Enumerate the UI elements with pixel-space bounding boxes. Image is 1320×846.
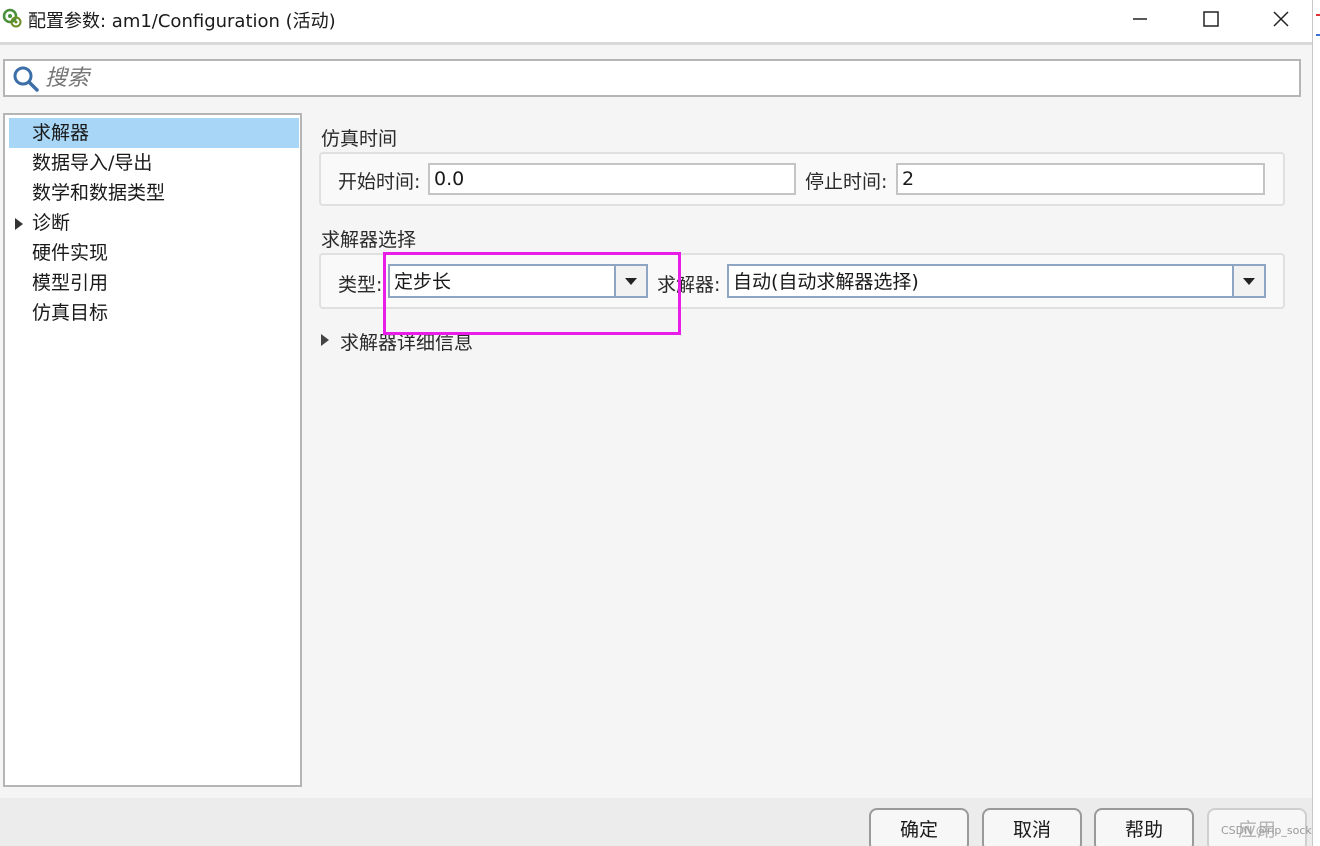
solver-type-value: 定步长 xyxy=(394,271,452,293)
tree-item-label: 模型引用 xyxy=(32,272,109,294)
tree-item-label: 数据导入/导出 xyxy=(32,152,153,174)
category-tree: 求解器 数据导入/导出 数学和数据类型 诊断 硬件实现 模型引用 仿真目标 xyxy=(3,113,302,787)
solver-type-label: 类型: xyxy=(338,274,383,296)
maximize-icon xyxy=(1203,11,1219,27)
tree-item-label: 求解器 xyxy=(32,122,90,144)
chevron-down-icon xyxy=(1243,277,1255,285)
tree-item-simulation-target[interactable]: 仿真目标 xyxy=(9,298,299,328)
watermark: CSDN @rip_sock xyxy=(1221,824,1312,837)
stop-time-field[interactable] xyxy=(896,163,1265,195)
chevron-down-icon xyxy=(625,277,637,285)
search-input[interactable] xyxy=(45,63,1295,93)
tree-item-solver[interactable]: 求解器 xyxy=(9,118,299,148)
solver-type-dropdown[interactable]: 定步长 xyxy=(388,264,648,298)
tree-item-label: 硬件实现 xyxy=(32,242,109,264)
sim-time-heading: 仿真时间 xyxy=(321,128,398,150)
edge-marker-red xyxy=(1316,14,1320,16)
tree-item-label: 数学和数据类型 xyxy=(32,182,166,204)
tree-item-label: 诊断 xyxy=(32,212,71,234)
solver-label: 求解器: xyxy=(657,274,721,296)
minimize-button[interactable] xyxy=(1117,4,1163,34)
tree-item-label: 仿真目标 xyxy=(32,302,109,324)
start-time-label: 开始时间: xyxy=(338,171,421,193)
edge-marker-blue xyxy=(1316,34,1320,36)
close-button[interactable] xyxy=(1258,4,1304,34)
minimize-icon xyxy=(1133,18,1147,20)
search-icon xyxy=(13,66,39,92)
expand-arrow-icon xyxy=(321,334,329,346)
dropdown-arrow-button[interactable] xyxy=(1232,266,1264,296)
solver-selection-heading: 求解器选择 xyxy=(321,229,417,251)
solver-dropdown[interactable]: 自动(自动求解器选择) xyxy=(727,264,1266,298)
title-bar: 配置参数: am1/Configuration (活动) xyxy=(0,0,1312,40)
close-icon xyxy=(1273,11,1289,27)
start-time-field[interactable] xyxy=(428,163,796,195)
window-title: 配置参数: am1/Configuration (活动) xyxy=(28,11,336,32)
tree-item-model-referencing[interactable]: 模型引用 xyxy=(9,268,299,298)
dropdown-arrow-button[interactable] xyxy=(614,266,646,296)
simulink-gear-icon xyxy=(2,8,22,28)
cancel-button[interactable]: 取消 xyxy=(982,808,1082,846)
maximize-button[interactable] xyxy=(1188,4,1234,34)
help-button[interactable]: 帮助 xyxy=(1094,808,1194,846)
window-edge xyxy=(1312,0,1320,846)
stop-time-label: 停止时间: xyxy=(805,171,888,193)
tree-item-hardware-implementation[interactable]: 硬件实现 xyxy=(9,238,299,268)
solver-value: 自动(自动求解器选择) xyxy=(733,271,919,293)
tree-item-data-import-export[interactable]: 数据导入/导出 xyxy=(9,148,299,178)
search-box[interactable] xyxy=(3,59,1301,97)
expand-arrow-icon[interactable] xyxy=(15,218,23,230)
ok-button[interactable]: 确定 xyxy=(869,808,969,846)
solver-details-label: 求解器详细信息 xyxy=(340,332,474,354)
tree-item-math-data-types[interactable]: 数学和数据类型 xyxy=(9,178,299,208)
tree-item-diagnostics[interactable]: 诊断 xyxy=(9,208,299,238)
